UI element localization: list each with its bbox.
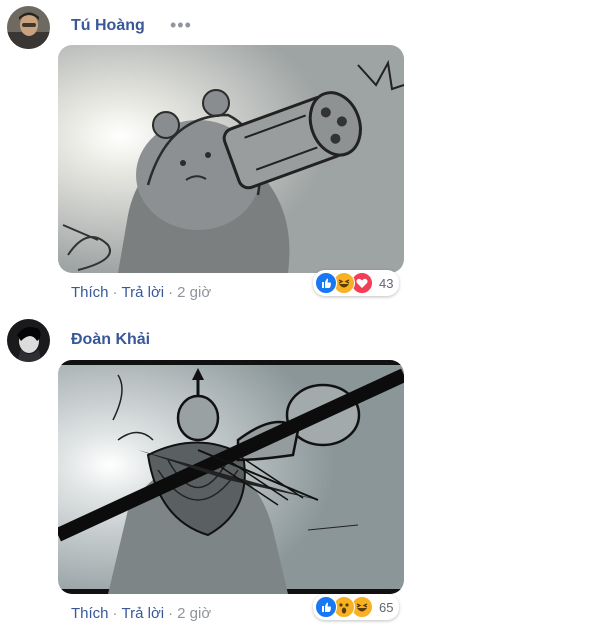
separator: ·: [168, 605, 174, 622]
reaction-summary[interactable]: 65: [313, 594, 400, 620]
reaction-count: 65: [379, 599, 394, 615]
reply-link[interactable]: Trả lời: [122, 284, 165, 301]
avatar[interactable]: [7, 6, 50, 49]
reaction-summary[interactable]: 43: [313, 270, 400, 296]
separator: ·: [112, 605, 118, 622]
more-options-icon[interactable]: •••: [170, 16, 192, 34]
like-icon: [315, 272, 337, 294]
like-link[interactable]: Thích: [71, 605, 109, 622]
reaction-count: 43: [379, 275, 394, 291]
reply-link[interactable]: Trả lời: [122, 605, 165, 622]
comment-actions: Thích · Trả lời · 2 giờ: [71, 605, 211, 622]
like-icon: [315, 596, 337, 618]
comment-author[interactable]: Tú Hoàng: [71, 17, 145, 35]
comment-image[interactable]: [58, 360, 404, 594]
timestamp[interactable]: 2 giờ: [177, 284, 211, 301]
comment-actions: Thích · Trả lời · 2 giờ: [71, 284, 211, 301]
timestamp[interactable]: 2 giờ: [177, 605, 211, 622]
comment-author[interactable]: Đoàn Khải: [71, 331, 150, 349]
separator: ·: [112, 284, 118, 301]
avatar[interactable]: [7, 319, 50, 362]
separator: ·: [168, 284, 174, 301]
like-link[interactable]: Thích: [71, 284, 109, 301]
comment-image[interactable]: [58, 45, 404, 273]
